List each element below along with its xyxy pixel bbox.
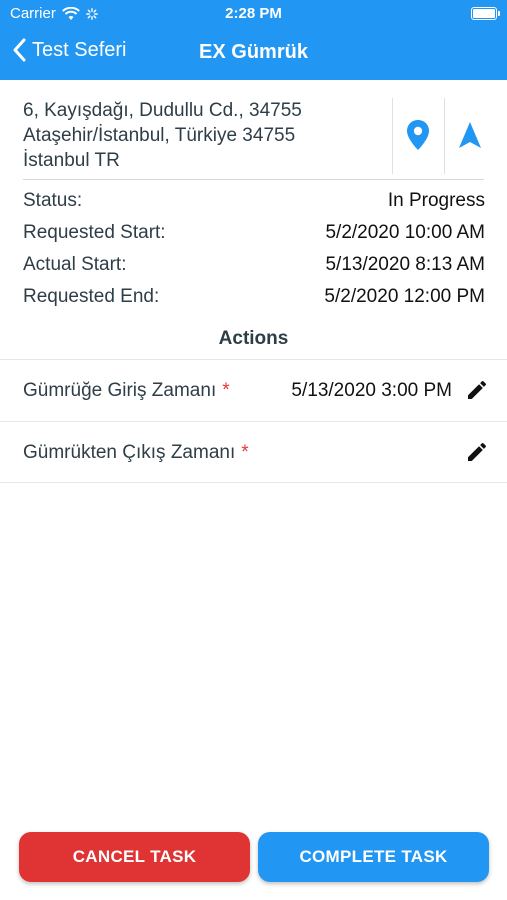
- navigation-arrow-icon: [459, 122, 481, 148]
- action-label: Gümrükten Çıkış Zamanı *: [23, 442, 249, 463]
- top-bar: Carrier 2:28 PM Test Seferi EX Gümrük: [0, 0, 507, 80]
- navigate-button[interactable]: [450, 115, 490, 155]
- pencil-icon[interactable]: [465, 378, 489, 402]
- show-on-map-button[interactable]: [398, 115, 438, 155]
- action-label: Gümrüğe Giriş Zamanı *: [23, 380, 230, 401]
- cancel-task-button[interactable]: CANCEL TASK: [19, 832, 250, 882]
- required-mark: *: [241, 442, 249, 463]
- info-row-requested-start: Requested Start: 5/2/2020 10:00 AM: [23, 222, 485, 244]
- info-label: Status:: [23, 190, 83, 211]
- address-text[interactable]: 6, Kayışdağı, Dudullu Cd., 34755 Ataşehi…: [23, 98, 383, 173]
- info-row-status: Status: In Progress: [23, 190, 485, 212]
- address-line-1: 6, Kayışdağı, Dudullu Cd., 34755: [23, 100, 302, 121]
- info-row-requested-end: Requested End: 5/2/2020 12:00 PM: [23, 286, 485, 308]
- navigation-bar: Test Seferi EX Gümrük: [0, 28, 507, 80]
- map-pin-icon: [407, 120, 429, 150]
- info-row-actual-start: Actual Start: 5/13/2020 8:13 AM: [23, 254, 485, 276]
- requested-start-value: 5/2/2020 10:00 AM: [325, 222, 485, 243]
- pencil-icon[interactable]: [465, 440, 489, 464]
- actual-start-value: 5/13/2020 8:13 AM: [325, 254, 485, 275]
- clock: 2:28 PM: [225, 5, 282, 22]
- status-value: In Progress: [387, 190, 485, 211]
- action-row-customs-exit[interactable]: Gümrükten Çıkış Zamanı *: [0, 421, 507, 483]
- complete-task-button[interactable]: COMPLETE TASK: [258, 832, 489, 882]
- actions-heading: Actions: [218, 328, 289, 349]
- divider: [444, 98, 445, 174]
- info-label: Requested End:: [23, 286, 160, 307]
- info-label: Actual Start:: [23, 254, 127, 275]
- divider: [392, 98, 393, 174]
- action-value: 5/13/2020 3:00 PM: [291, 380, 452, 401]
- status-bar: Carrier 2:28 PM: [0, 0, 507, 28]
- address-line-2: Ataşehir/İstanbul, Türkiye 34755: [23, 125, 296, 146]
- action-row-customs-entry[interactable]: Gümrüğe Giriş Zamanı * 5/13/2020 3:00 PM: [0, 359, 507, 421]
- battery-icon: [471, 7, 500, 20]
- address-line-3: İstanbul TR: [23, 150, 120, 171]
- page-title: EX Gümrük: [199, 41, 308, 63]
- address-section: 6, Kayışdağı, Dudullu Cd., 34755 Ataşehi…: [0, 80, 507, 180]
- requested-end-value: 5/2/2020 12:00 PM: [324, 286, 485, 307]
- info-label: Requested Start:: [23, 222, 166, 243]
- divider: [23, 179, 484, 180]
- required-mark: *: [222, 380, 230, 401]
